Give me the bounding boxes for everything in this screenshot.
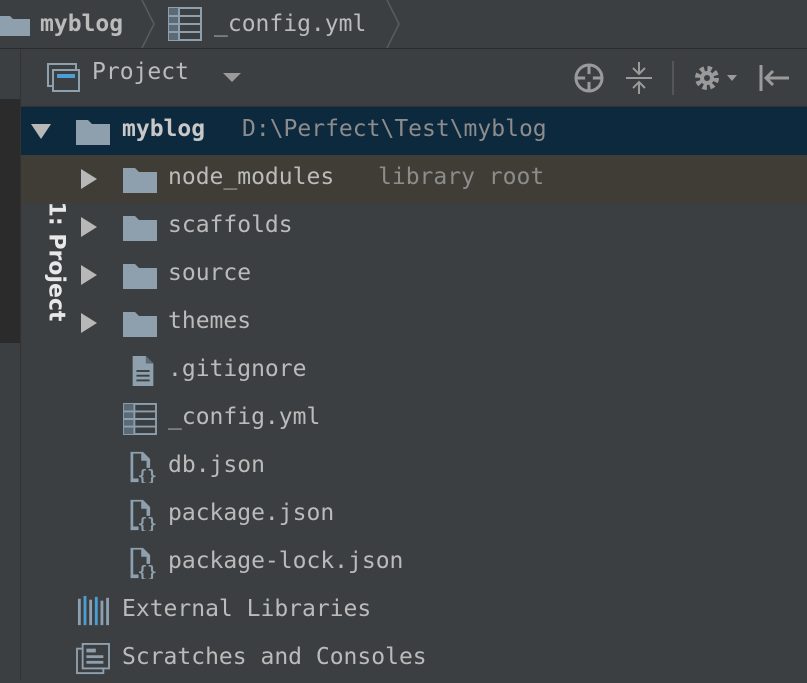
json-file-icon: {}	[130, 547, 157, 579]
svg-text:{}: {}	[138, 514, 157, 531]
tree-row-folder[interactable]: node_modules library root	[21, 155, 807, 203]
tree-row-file[interactable]: {} package.json	[21, 491, 807, 539]
root-folder-name: myblog	[122, 116, 206, 142]
tree-row-file[interactable]: {} db.json	[21, 443, 807, 491]
scratches-icon	[76, 643, 110, 675]
folder-name: node_modules	[168, 164, 335, 190]
view-dropdown-icon[interactable]	[221, 71, 243, 85]
tree-row-scratches[interactable]: Scratches and Consoles	[21, 635, 807, 683]
breadcrumb-item-file[interactable]: _config.yml	[168, 0, 366, 48]
collapse-all-icon[interactable]	[624, 61, 654, 95]
file-name: _config.yml	[168, 404, 321, 430]
navigation-breadcrumb: myblog _config.yml	[0, 0, 807, 49]
folder-name: source	[168, 260, 252, 286]
file-name: .gitignore	[168, 356, 307, 382]
collapsed-arrow-icon[interactable]	[78, 216, 100, 238]
hide-panel-icon[interactable]	[757, 63, 791, 93]
folder-icon	[0, 16, 30, 36]
tree-row-root[interactable]: myblog D:\Perfect\Test\myblog	[21, 107, 807, 155]
gear-icon[interactable]	[691, 62, 739, 94]
folder-icon	[123, 264, 157, 289]
breadcrumb-item-project[interactable]: myblog	[0, 0, 123, 48]
project-panel-header: Project	[21, 49, 807, 107]
file-name: package-lock.json	[168, 548, 404, 574]
project-tree: myblog D:\Perfect\Test\myblog node_modul…	[21, 107, 807, 680]
folder-icon	[123, 216, 157, 241]
toolbar-divider	[672, 61, 674, 95]
breadcrumb-separator	[141, 0, 155, 48]
tree-row-folder[interactable]: scaffolds	[21, 203, 807, 251]
external-libraries-icon	[77, 595, 109, 626]
locate-icon[interactable]	[573, 62, 605, 94]
project-view-icon	[47, 63, 80, 92]
breadcrumb-separator	[386, 0, 400, 48]
json-file-icon: {}	[130, 499, 157, 531]
expanded-arrow-icon[interactable]	[30, 120, 52, 142]
svg-text:{}: {}	[138, 466, 157, 483]
folder-icon	[123, 312, 157, 337]
yml-file-icon	[168, 7, 202, 41]
yml-file-icon	[123, 403, 157, 435]
folder-name: themes	[168, 308, 252, 334]
panel-title[interactable]: Project	[92, 59, 189, 85]
file-name: db.json	[168, 452, 265, 478]
root-folder-path: D:\Perfect\Test\myblog	[242, 116, 547, 142]
tree-row-folder[interactable]: themes	[21, 299, 807, 347]
external-libraries-label: External Libraries	[122, 596, 372, 622]
tree-row-file[interactable]: _config.yml	[21, 395, 807, 443]
tree-row-file[interactable]: {} package-lock.json	[21, 539, 807, 587]
collapsed-arrow-icon[interactable]	[78, 168, 100, 190]
collapsed-arrow-icon[interactable]	[78, 264, 100, 286]
text-file-icon	[132, 355, 154, 387]
scratches-label: Scratches and Consoles	[122, 644, 427, 670]
json-file-icon: {}	[130, 451, 157, 483]
left-tool-strip: 1: Project	[0, 49, 68, 680]
folder-icon	[123, 168, 157, 193]
tree-row-external-libraries[interactable]: External Libraries	[21, 587, 807, 635]
folder-icon	[76, 120, 110, 145]
breadcrumb-file-label: _config.yml	[214, 11, 367, 37]
collapsed-arrow-icon[interactable]	[78, 312, 100, 334]
file-name: package.json	[168, 500, 335, 526]
svg-text:{}: {}	[138, 562, 157, 579]
library-root-hint: library root	[378, 164, 545, 190]
breadcrumb-project-label: myblog	[40, 11, 124, 37]
tree-row-file[interactable]: .gitignore	[21, 347, 807, 395]
folder-name: scaffolds	[168, 212, 293, 238]
project-tool-tab[interactable]: 1: Project	[0, 99, 68, 343]
tree-row-folder[interactable]: source	[21, 251, 807, 299]
